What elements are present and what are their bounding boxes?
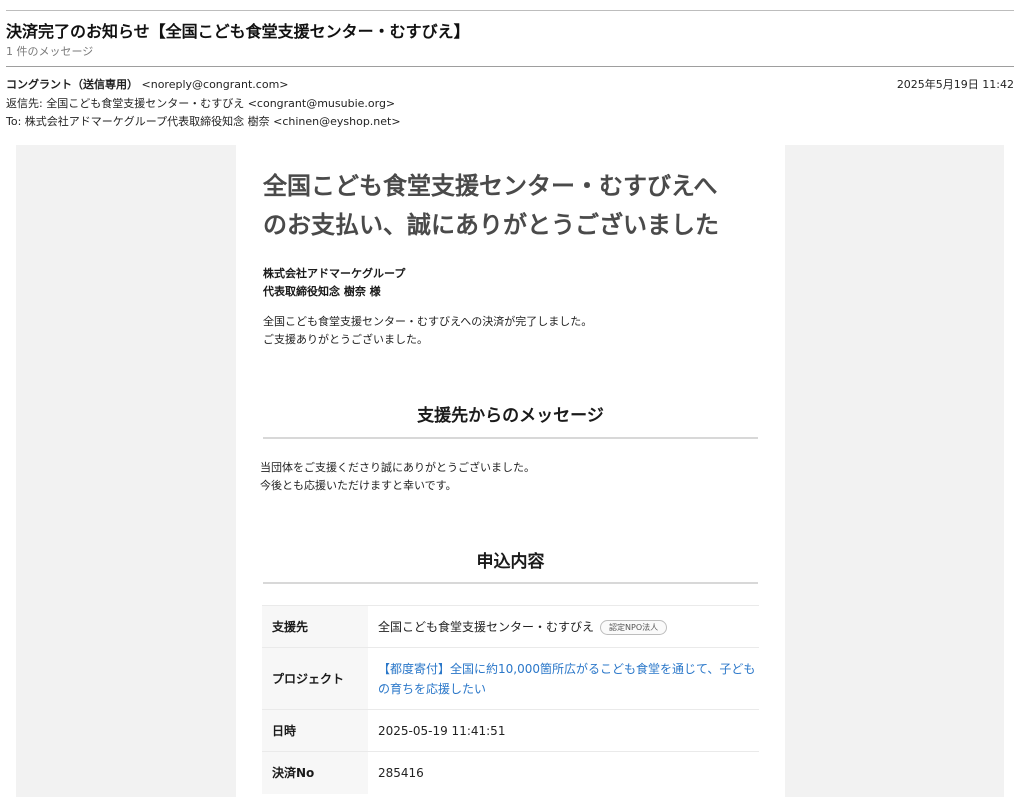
details-label-datetime: 日時 xyxy=(262,709,368,752)
from-line: コングラント（送信専用） <noreply@congrant.com> xyxy=(6,76,289,92)
org-message-line-2: 今後とも応援いただけますと幸いです。 xyxy=(260,479,457,492)
intro-line-2: ご支援ありがとうございました。 xyxy=(263,333,428,346)
intro-line-1: 全国こども食堂支援センター・むすびえへの決済が完了しました。 xyxy=(263,315,593,328)
details-label-support-target: 支援先 xyxy=(262,605,368,648)
email-date: 2025年5月19日 11:42 xyxy=(896,78,1014,91)
table-row: 決済No 285416 xyxy=(262,751,759,794)
details-section-rule xyxy=(263,582,758,584)
intro-text: 全国こども食堂支援センター・むすびえへの決済が完了しました。 ご支援ありがとうご… xyxy=(263,313,592,349)
table-row: 支援先 全国こども食堂支援センター・むすびえ 認定NPO法人 xyxy=(262,605,759,648)
thank-you-title: 全国こども食堂支援センター・むすびえへ のお支払い、誠にありがとうございました xyxy=(263,167,763,245)
recipient-person: 代表取締役知念 樹奈 様 xyxy=(263,285,381,298)
org-message: 当団体をご支援くださり誠にありがとうございました。 今後とも応援いただけますと幸… xyxy=(260,459,535,495)
recipient-block: 株式会社アドマーケグループ 代表取締役知念 樹奈 様 xyxy=(263,265,405,301)
details-value-payment-no: 285416 xyxy=(368,751,759,794)
sender-name[interactable]: コングラント（送信専用） xyxy=(6,78,138,91)
message-count: 1 件のメッセージ xyxy=(6,45,94,58)
message-section-rule xyxy=(263,437,758,439)
support-target-name: 全国こども食堂支援センター・むすびえ xyxy=(378,620,595,634)
email-subject: 決済完了のお知らせ【全国こども食堂支援センター・むすびえ】 xyxy=(6,22,470,41)
details-value-datetime: 2025-05-19 11:41:51 xyxy=(368,709,759,752)
message-section-title: 支援先からのメッセージ xyxy=(417,406,604,426)
certified-npo-badge: 認定NPO法人 xyxy=(600,620,668,635)
header-divider xyxy=(6,66,1014,67)
details-label-project: プロジェクト xyxy=(262,647,368,710)
to-line: To: 株式会社アドマーケグループ代表取締役知念 樹奈 <chinen@eysh… xyxy=(6,115,401,128)
table-row: 日時 2025-05-19 11:41:51 xyxy=(262,709,759,752)
project-link[interactable]: 【都度寄付】全国に約10,000箇所広がるこども食堂を通じて、子どもの育ちを応援… xyxy=(378,659,758,699)
reply-to-line: 返信先: 全国こども食堂支援センター・むすびえ <congrant@musubi… xyxy=(6,97,396,110)
title-line-2: のお支払い、誠にありがとうございました xyxy=(263,211,719,239)
details-value-project: 【都度寄付】全国に約10,000箇所広がるこども食堂を通じて、子どもの育ちを応援… xyxy=(368,647,759,710)
top-rule xyxy=(6,10,1014,11)
details-table: 支援先 全国こども食堂支援センター・むすびえ 認定NPO法人 プロジェクト 【都度… xyxy=(262,605,759,794)
email-body-card: 全国こども食堂支援センター・むすびえへ のお支払い、誠にありがとうございました … xyxy=(236,145,785,797)
details-section-title: 申込内容 xyxy=(476,552,545,572)
sender-address: <noreply@congrant.com> xyxy=(141,78,289,91)
details-value-support-target: 全国こども食堂支援センター・むすびえ 認定NPO法人 xyxy=(368,605,759,648)
org-message-line-1: 当団体をご支援くださり誠にありがとうございました。 xyxy=(260,461,535,474)
table-row: プロジェクト 【都度寄付】全国に約10,000箇所広がるこども食堂を通じて、子ど… xyxy=(262,647,759,710)
title-line-1: 全国こども食堂支援センター・むすびえへ xyxy=(263,172,718,200)
recipient-company: 株式会社アドマーケグループ xyxy=(263,267,406,280)
details-label-payment-no: 決済No xyxy=(262,751,368,794)
